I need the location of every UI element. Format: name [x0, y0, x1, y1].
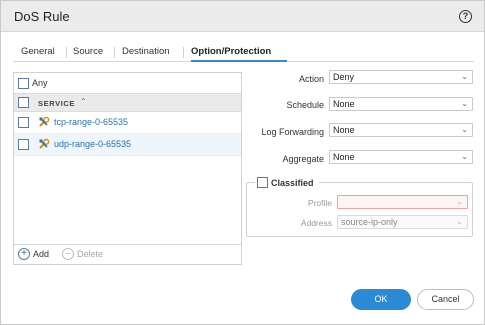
schedule-value: None [333, 99, 355, 109]
chevron-down-icon: ⌄ [461, 152, 468, 161]
row-checkbox[interactable] [18, 117, 29, 128]
address-select[interactable]: source-ip-only ⌄ [337, 215, 468, 229]
table-row[interactable]: udp-range-0-65535 [14, 134, 241, 156]
chevron-down-icon: ⌄ [461, 125, 468, 134]
classified-label: Classified [271, 178, 314, 188]
plus-icon: + [18, 248, 30, 260]
aggregate-select[interactable]: None ⌄ [329, 150, 473, 164]
address-label: Address [300, 218, 332, 228]
log-forwarding-value: None [333, 125, 355, 135]
classified-legend: Classified [255, 177, 319, 189]
service-link[interactable]: tcp-range-0-65535 [54, 117, 128, 127]
tab-bar: General Source Destination Option/Protec… [13, 42, 474, 62]
schedule-select[interactable]: None ⌄ [329, 97, 473, 111]
service-actions: + Add – Delete [14, 244, 241, 265]
action-select[interactable]: Deny ⌄ [329, 70, 473, 84]
ok-button[interactable]: OK [351, 289, 411, 310]
add-label: Add [33, 249, 50, 259]
service-link[interactable]: udp-range-0-65535 [54, 139, 131, 149]
schedule-label: Schedule [286, 100, 324, 110]
tab-option-protection[interactable]: Option/Protection [191, 46, 271, 57]
tab-general[interactable]: General [21, 46, 55, 57]
profile-label: Profile [307, 198, 332, 208]
dialog-titlebar: DoS Rule ? [1, 1, 484, 32]
chevron-down-icon: ⌄ [456, 197, 463, 206]
cancel-button[interactable]: Cancel [417, 289, 474, 310]
tab-divider [66, 47, 67, 58]
address-value: source-ip-only [341, 217, 398, 227]
classified-group: Classified Profile ⌄ Address source-ip-o… [246, 177, 473, 237]
action-value: Deny [333, 72, 355, 82]
any-row: Any [14, 73, 241, 93]
tab-divider [183, 47, 184, 58]
any-checkbox[interactable] [18, 78, 29, 89]
service-icon [39, 116, 50, 127]
active-tab-indicator [191, 60, 287, 62]
tab-source[interactable]: Source [73, 46, 103, 57]
aggregate-value: None [333, 152, 355, 162]
log-forwarding-select[interactable]: None ⌄ [329, 123, 473, 137]
tab-destination[interactable]: Destination [122, 46, 170, 57]
delete-label: Delete [77, 249, 104, 259]
action-label: Action [298, 74, 324, 84]
minus-icon: – [62, 248, 74, 260]
any-label: Any [32, 78, 48, 88]
aggregate-label: Aggregate [282, 154, 324, 164]
chevron-down-icon: ⌄ [461, 72, 468, 81]
dialog-title: DoS Rule [14, 9, 70, 24]
select-all-checkbox[interactable] [18, 97, 29, 108]
row-checkbox[interactable] [18, 139, 29, 150]
help-icon[interactable]: ? [459, 10, 472, 23]
table-row[interactable]: tcp-range-0-65535 [14, 112, 241, 134]
tab-divider [114, 47, 115, 58]
profile-select[interactable]: ⌄ [337, 195, 468, 209]
chevron-down-icon: ⌄ [461, 99, 468, 108]
sort-ascending-icon[interactable]: ⌃ [80, 97, 87, 106]
service-icon [39, 138, 50, 149]
dos-rule-dialog: DoS Rule ? General Source Destination Op… [0, 0, 485, 325]
classified-checkbox[interactable] [257, 177, 268, 188]
log-forwarding-label: Log Forwarding [261, 127, 324, 137]
chevron-down-icon: ⌄ [456, 217, 463, 226]
service-column-title: SERVICE [38, 99, 75, 108]
service-list-panel: Any SERVICE ⌃ tcp-range-0-65535 udp-rang… [13, 72, 242, 265]
service-column-header[interactable]: SERVICE ⌃ [14, 93, 241, 112]
